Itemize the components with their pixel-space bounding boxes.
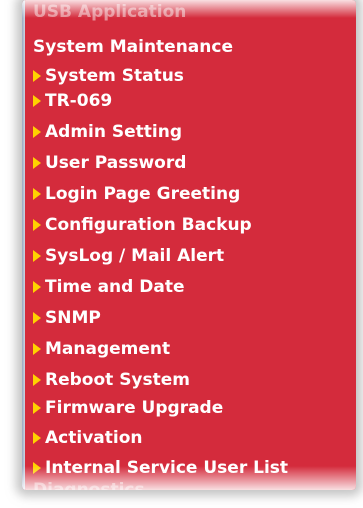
menu-item-login-page-greeting[interactable]: Login Page Greeting: [33, 181, 240, 206]
menu-item-label: Firmware Upgrade: [45, 397, 224, 418]
menu-item-label: System Status: [45, 65, 184, 86]
menu-item-internal-service-user-list[interactable]: Internal Service User List: [33, 455, 288, 480]
menu-item-syslog-mail-alert[interactable]: SysLog / Mail Alert: [33, 243, 224, 268]
menu-item-label: Internal Service User List: [45, 457, 289, 478]
menu-item-admin-setting[interactable]: Admin Setting: [33, 119, 182, 144]
section-system-maintenance[interactable]: System Maintenance: [33, 37, 233, 57]
triangle-right-icon: [33, 125, 41, 138]
menu-item-label: User Password: [45, 152, 187, 173]
menu-item-label: Management: [45, 338, 171, 359]
menu-item-label: Reboot System: [45, 369, 191, 390]
menu-item-label: Activation: [45, 427, 143, 448]
triangle-right-icon: [33, 280, 41, 293]
menu-item-label: SysLog / Mail Alert: [45, 245, 225, 266]
menu-item-tr-069[interactable]: TR-069: [33, 88, 112, 113]
triangle-right-icon: [33, 401, 41, 414]
menu-item-snmp[interactable]: SNMP: [33, 305, 101, 330]
triangle-right-icon: [33, 342, 41, 355]
menu-item-label: TR-069: [45, 90, 113, 111]
menu-item-user-password[interactable]: User Password: [33, 150, 186, 175]
menu-item-reboot-system[interactable]: Reboot System: [33, 367, 190, 392]
triangle-right-icon: [33, 249, 41, 262]
triangle-right-icon: [33, 311, 41, 324]
section-usb-application[interactable]: USB Application: [33, 2, 186, 22]
section-diagnostics[interactable]: Diagnostics: [33, 480, 145, 490]
menu-item-label: Configuration Backup: [45, 214, 252, 235]
triangle-right-icon: [33, 431, 41, 444]
menu-item-label: Admin Setting: [45, 121, 183, 142]
triangle-right-icon: [33, 69, 41, 82]
triangle-right-icon: [33, 373, 41, 386]
menu-item-label: Time and Date: [45, 276, 185, 297]
menu-item-configuration-backup[interactable]: Configuration Backup: [33, 212, 252, 237]
triangle-right-icon: [33, 94, 41, 107]
menu-item-system-status[interactable]: System Status: [33, 63, 184, 88]
panel-left-edge: [22, 0, 25, 490]
triangle-right-icon: [33, 461, 41, 474]
triangle-right-icon: [33, 187, 41, 200]
menu-item-label: SNMP: [45, 307, 101, 328]
menu-item-activation[interactable]: Activation: [33, 425, 142, 450]
menu-item-management[interactable]: Management: [33, 336, 170, 361]
system-maintenance-menu: USB Application System Maintenance Syste…: [22, 0, 356, 490]
menu-item-firmware-upgrade[interactable]: Firmware Upgrade: [33, 395, 223, 420]
triangle-right-icon: [33, 218, 41, 231]
triangle-right-icon: [33, 156, 41, 169]
menu-item-time-and-date[interactable]: Time and Date: [33, 274, 185, 299]
menu-item-label: Login Page Greeting: [45, 183, 241, 204]
